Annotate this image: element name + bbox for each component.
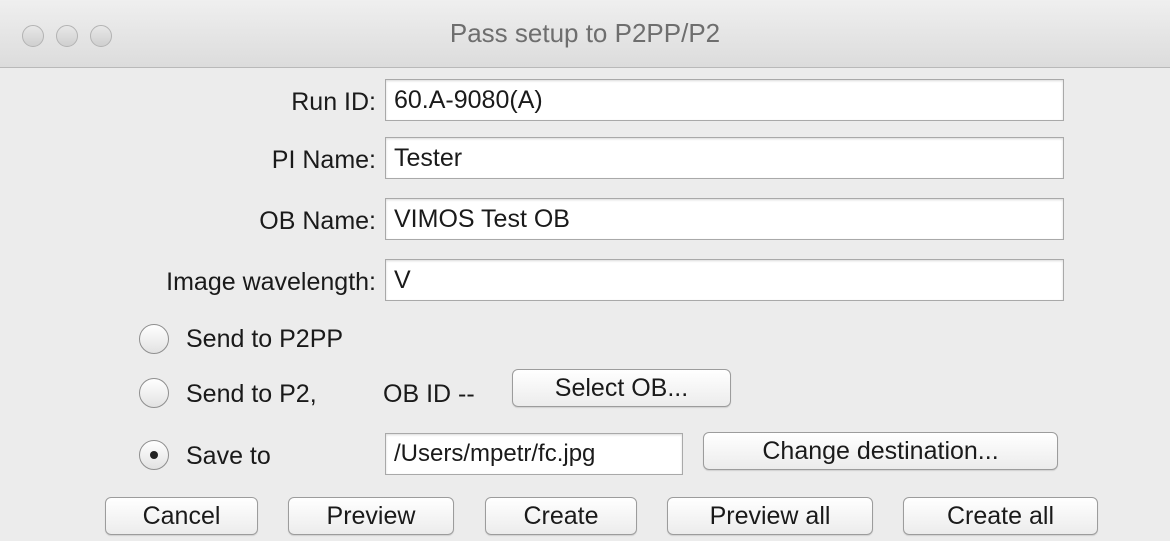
preview-button[interactable]: Preview xyxy=(288,497,454,535)
send-p2-radio[interactable] xyxy=(139,378,169,408)
change-destination-button[interactable]: Change destination... xyxy=(703,432,1058,470)
send-p2pp-radio[interactable] xyxy=(139,324,169,354)
title-bar: Pass setup to P2PP/P2 xyxy=(0,0,1170,68)
save-to-label: Save to xyxy=(186,442,271,470)
ob-id-text: OB ID -- xyxy=(383,380,475,408)
send-p2-label: Send to P2, xyxy=(186,380,317,408)
send-p2pp-label: Send to P2PP xyxy=(186,325,344,353)
create-button[interactable]: Create xyxy=(485,497,637,535)
save-to-radio[interactable] xyxy=(139,440,169,470)
run-id-label: Run ID: xyxy=(291,88,376,116)
window-title: Pass setup to P2PP/P2 xyxy=(449,18,721,48)
cancel-button[interactable]: Cancel xyxy=(105,497,258,535)
pi-name-label: PI Name: xyxy=(271,146,376,174)
ob-name-label: OB Name: xyxy=(259,207,376,235)
create-all-button[interactable]: Create all xyxy=(903,497,1098,535)
ob-name-input[interactable] xyxy=(385,198,1064,240)
image-wavelength-input[interactable] xyxy=(385,259,1064,301)
image-wavelength-label: Image wavelength: xyxy=(166,268,376,296)
run-id-input[interactable] xyxy=(385,79,1064,121)
pi-name-input[interactable] xyxy=(385,137,1064,179)
save-path-input[interactable] xyxy=(385,433,683,475)
select-ob-button[interactable]: Select OB... xyxy=(512,369,731,407)
preview-all-button[interactable]: Preview all xyxy=(667,497,873,535)
